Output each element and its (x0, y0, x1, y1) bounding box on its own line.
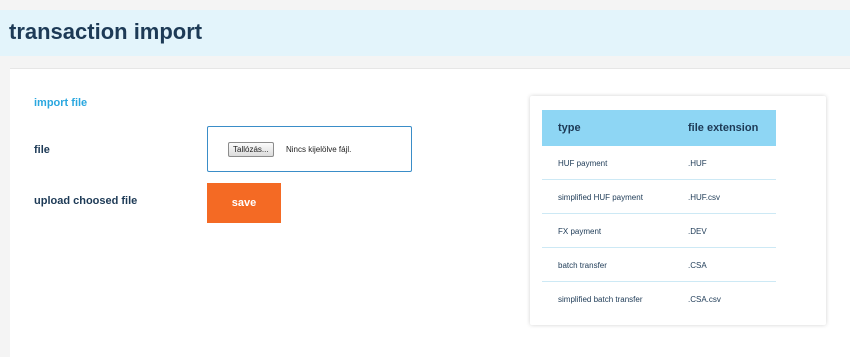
page-title: transaction import (9, 19, 203, 44)
row-extension: .HUF.csv (688, 193, 720, 202)
row-type: batch transfer (558, 261, 607, 270)
table-row: batch transfer .CSA (542, 248, 776, 282)
browse-button[interactable]: Tallózás... (228, 142, 274, 157)
file-types-table: type file extension HUF payment .HUF sim… (542, 110, 776, 315)
file-status-text: Nincs kijelölve fájl. (286, 145, 352, 154)
row-extension: .HUF (688, 159, 707, 168)
row-type: FX payment (558, 227, 602, 236)
section-title: import file (34, 97, 88, 109)
table-row: simplified HUF payment .HUF.csv (542, 180, 776, 214)
row-type: simplified HUF payment (558, 193, 643, 202)
table-row: FX payment .DEV (542, 214, 776, 248)
row-type: simplified batch transfer (558, 295, 643, 304)
table-row: simplified batch transfer .CSA.csv (542, 282, 776, 315)
table-row: HUF payment .HUF (542, 146, 776, 180)
page-header: transaction import (0, 10, 850, 56)
upload-label: upload choosed file (34, 195, 138, 207)
file-types-card: type file extension HUF payment .HUF sim… (530, 96, 826, 325)
import-panel: import file file Tallózás... Nincs kijel… (10, 68, 850, 357)
file-label: file (34, 144, 50, 156)
row-type: HUF payment (558, 159, 608, 168)
file-input[interactable]: Tallózás... Nincs kijelölve fájl. (207, 126, 412, 172)
table-header: type file extension (542, 110, 776, 146)
column-header-type: type (558, 122, 581, 134)
save-button[interactable]: save (207, 183, 281, 223)
row-extension: .DEV (688, 227, 707, 236)
row-extension: .CSA.csv (688, 295, 721, 304)
column-header-extension: file extension (688, 122, 759, 134)
row-extension: .CSA (688, 261, 707, 270)
